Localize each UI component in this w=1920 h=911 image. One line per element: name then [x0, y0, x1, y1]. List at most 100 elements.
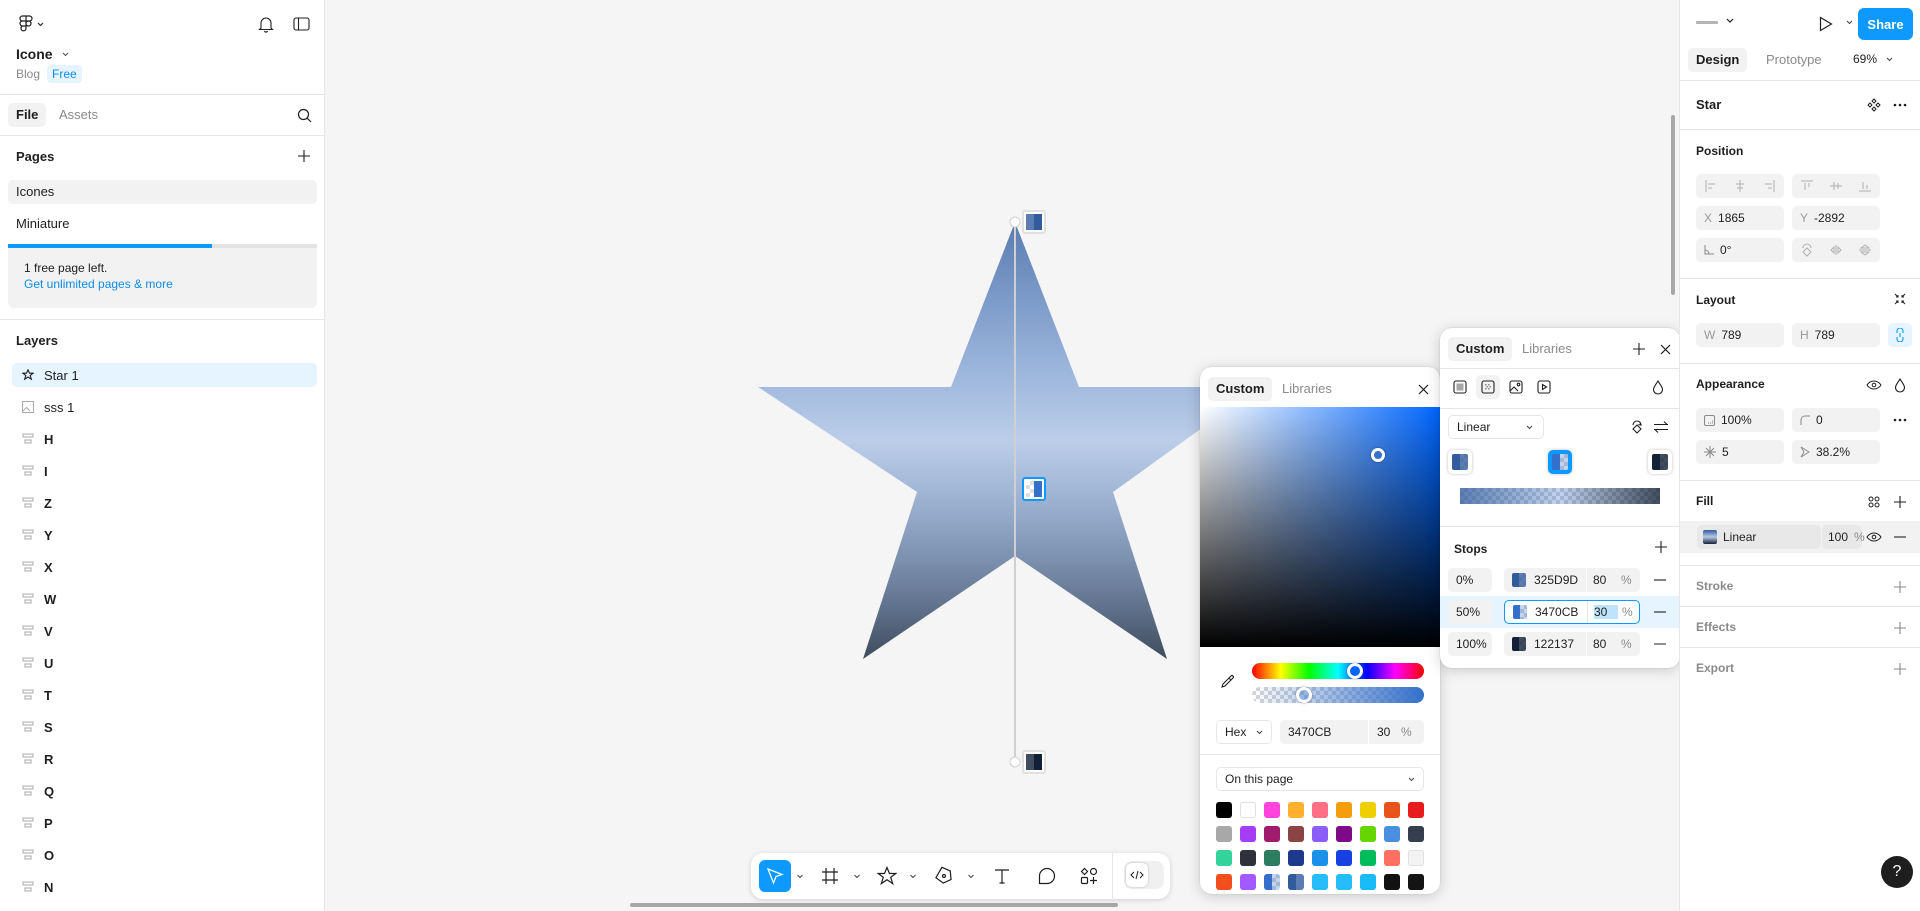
color-swatch[interactable] — [1312, 874, 1328, 890]
star-ratio-field[interactable]: 38.2% — [1792, 440, 1880, 464]
stop-hex[interactable]: 3470CB — [1535, 605, 1587, 619]
layer-item[interactable]: sss 1 — [12, 395, 317, 419]
gradient-stop-handle[interactable] — [1648, 450, 1672, 474]
chevron-down-icon[interactable] — [967, 872, 975, 880]
hue-slider[interactable] — [1252, 663, 1424, 679]
dev-mode-toggle[interactable] — [1124, 861, 1164, 889]
opacity-slider-knob[interactable] — [1295, 687, 1312, 703]
hue-slider-knob[interactable] — [1347, 663, 1364, 679]
align-right-icon[interactable] — [1763, 180, 1775, 192]
color-swatch[interactable] — [1240, 874, 1256, 890]
color-swatch[interactable] — [1264, 826, 1280, 842]
tab-custom[interactable]: Custom — [1448, 337, 1513, 361]
layer-item[interactable]: I — [12, 459, 317, 483]
toggle-visibility-button[interactable] — [1864, 375, 1884, 395]
align-top-icon[interactable] — [1800, 180, 1813, 192]
add-style-button[interactable] — [1628, 338, 1650, 360]
notifications-button[interactable] — [254, 12, 278, 36]
color-swatch[interactable] — [1264, 874, 1280, 890]
color-swatch[interactable] — [1312, 850, 1328, 866]
stop-color-field[interactable]: 325D9D 80% — [1504, 568, 1640, 592]
fill-type-image[interactable] — [1504, 375, 1528, 399]
opacity-field[interactable]: 100% — [1696, 408, 1784, 432]
color-swatch[interactable] — [1240, 826, 1256, 842]
corner-radius-field[interactable]: 0 — [1792, 408, 1880, 432]
color-swatch[interactable] — [1384, 826, 1400, 842]
color-swatch[interactable] — [1216, 826, 1232, 842]
flip-horizontal-icon[interactable] — [1830, 245, 1842, 255]
remove-stop-button[interactable] — [1650, 602, 1670, 622]
plan-badge[interactable]: Free — [47, 65, 82, 83]
color-swatch[interactable] — [1240, 850, 1256, 866]
color-swatch[interactable] — [1288, 850, 1304, 866]
close-button[interactable] — [1654, 338, 1676, 360]
horizontal-scrollbar[interactable] — [630, 903, 1118, 907]
stop-opacity[interactable]: 80 — [1593, 637, 1617, 651]
opacity-slider[interactable] — [1252, 687, 1424, 703]
star-shape[interactable] — [758, 222, 1259, 659]
fill-type-chip[interactable]: Linear — [1697, 525, 1821, 549]
vertical-scrollbar[interactable] — [1671, 115, 1675, 295]
tab-assets[interactable]: Assets — [51, 103, 106, 127]
rotate-90-icon[interactable] — [1801, 243, 1813, 257]
color-swatch[interactable] — [1216, 802, 1232, 818]
project-name[interactable]: Blog — [16, 67, 40, 81]
add-effect-button[interactable] — [1890, 618, 1910, 638]
add-page-button[interactable] — [292, 144, 316, 168]
color-swatch[interactable] — [1360, 802, 1376, 818]
color-swatch[interactable] — [1216, 874, 1232, 890]
layer-item[interactable]: P — [12, 811, 317, 835]
stop-position-field[interactable]: 100% — [1448, 632, 1492, 656]
fill-type-solid[interactable] — [1448, 375, 1472, 399]
color-swatch[interactable] — [1408, 850, 1424, 866]
opacity-input[interactable]: 30 — [1377, 725, 1401, 739]
rotate-gradient-button[interactable] — [1626, 415, 1648, 439]
canvas-stop-1-selected[interactable] — [1022, 477, 1046, 501]
color-swatch[interactable] — [1288, 826, 1304, 842]
layer-item[interactable]: R — [12, 747, 317, 771]
color-swatch[interactable] — [1312, 826, 1328, 842]
remove-fill-button[interactable] — [1890, 527, 1910, 547]
remove-stop-button[interactable] — [1650, 570, 1670, 590]
library-source-select[interactable]: On this page — [1216, 767, 1424, 791]
layer-item[interactable]: T — [12, 683, 317, 707]
color-swatch[interactable] — [1336, 850, 1352, 866]
page-item-miniature[interactable]: Miniature — [8, 212, 317, 236]
tab-design[interactable]: Design — [1688, 48, 1748, 72]
toggle-sidebar-button[interactable] — [288, 12, 314, 36]
more-appearance-button[interactable] — [1890, 410, 1910, 430]
remove-stop-button[interactable] — [1650, 634, 1670, 654]
frame-tool-button[interactable] — [814, 860, 846, 892]
more-options-button[interactable] — [1890, 95, 1910, 115]
layer-item[interactable]: Y — [12, 523, 317, 547]
zoom-menu[interactable]: 69% — [1853, 52, 1893, 66]
create-component-button[interactable] — [1864, 95, 1884, 115]
shape-tool-button[interactable] — [871, 860, 903, 892]
move-tool-button[interactable] — [759, 860, 791, 892]
layer-item[interactable]: W — [12, 587, 317, 611]
layer-item[interactable]: O — [12, 843, 317, 867]
add-stroke-button[interactable] — [1890, 577, 1910, 597]
color-swatch[interactable] — [1360, 850, 1376, 866]
color-swatch[interactable] — [1288, 874, 1304, 890]
layer-item[interactable]: U — [12, 651, 317, 675]
hex-input[interactable]: 3470CB — [1288, 725, 1368, 739]
chevron-down-icon[interactable] — [853, 872, 861, 880]
chevron-down-icon[interactable] — [1846, 20, 1853, 25]
x-position-field[interactable]: X 1865 — [1696, 206, 1784, 230]
rotation-field[interactable]: 0° — [1696, 238, 1784, 262]
canvas-stop-0[interactable] — [1022, 210, 1046, 234]
gradient-start-handle[interactable] — [1009, 216, 1021, 228]
fill-opacity-field[interactable]: 100 % — [1822, 525, 1865, 549]
stop-position-field[interactable]: 50% — [1448, 600, 1492, 624]
pen-tool-button[interactable] — [929, 860, 961, 892]
stop-color-field[interactable]: 3470CB 30% — [1504, 600, 1640, 624]
width-field[interactable]: W 789 — [1696, 323, 1784, 347]
chevron-down-icon[interactable] — [796, 872, 804, 880]
color-format-select[interactable]: Hex — [1216, 720, 1272, 744]
tab-libraries[interactable]: Libraries — [1274, 377, 1340, 401]
chevron-down-icon[interactable] — [909, 872, 917, 880]
color-swatch[interactable] — [1240, 802, 1256, 818]
constrain-proportions-toggle[interactable] — [1888, 323, 1912, 347]
color-swatch[interactable] — [1408, 802, 1424, 818]
